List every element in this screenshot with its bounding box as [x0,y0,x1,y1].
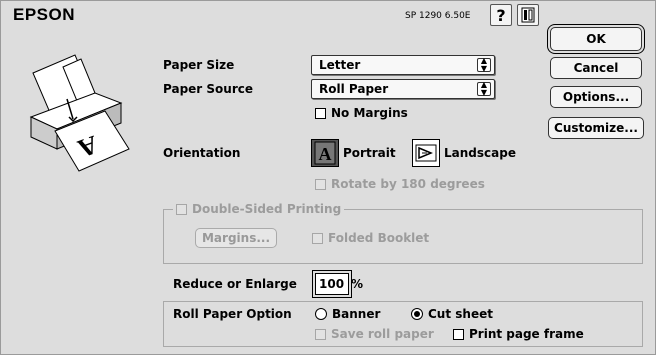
no-margins-checkbox[interactable]: No Margins [315,106,408,120]
portrait-icon: A [314,141,336,165]
utility-button[interactable] [517,4,539,26]
banner-label: Banner [332,307,381,321]
no-margins-label: No Margins [331,106,408,120]
radio-dot [315,308,327,320]
up-down-arrows-icon: ▲ ▼ [477,81,491,97]
double-sided-checkbox[interactable]: Double-Sided Printing [173,202,345,216]
reduce-enlarge-label: Reduce or Enlarge [173,277,297,291]
margins-button[interactable]: Margins... [195,228,277,248]
paper-size-label: Paper Size [163,58,235,72]
cut-sheet-label: Cut sheet [428,307,493,321]
paper-size-value: Letter [319,58,361,72]
brand-logo: EPSON [13,5,76,24]
landscape-label[interactable]: Landscape [444,146,516,160]
cancel-button[interactable]: Cancel [550,57,642,79]
page-setup-dialog: EPSON SP 1290 6.50E ? A OK Cancel Option… [0,0,656,355]
portrait-button[interactable]: A [311,139,339,167]
checkbox-box [176,203,187,215]
up-down-arrows-icon: ▲ ▼ [477,57,491,73]
question-mark-icon: ? [496,5,506,25]
percent-sign: % [351,277,364,291]
paper-source-value: Roll Paper [319,82,389,96]
portrait-label[interactable]: Portrait [343,146,396,160]
printer-utility-icon [521,7,535,23]
reduce-enlarge-input[interactable]: 100 [315,273,349,295]
paper-source-select[interactable]: Roll Paper ▲ ▼ [311,79,495,99]
driver-version: SP 1290 6.50E [405,11,471,21]
folded-booklet-checkbox[interactable]: Folded Booklet [312,231,429,245]
help-button[interactable]: ? [490,4,512,26]
printer-illustration: A [29,54,130,172]
paper-size-select[interactable]: Letter ▲ ▼ [311,55,495,75]
cut-sheet-radio[interactable]: Cut sheet [411,307,493,321]
banner-radio[interactable]: Banner [315,307,380,321]
roll-paper-option-label: Roll Paper Option [173,307,292,321]
rotate-180-label: Rotate by 180 degrees [331,177,485,191]
paper-source-label: Paper Source [163,82,253,96]
folded-booklet-label: Folded Booklet [328,231,430,245]
rotate-180-checkbox[interactable]: Rotate by 180 degrees [315,177,485,191]
ok-button[interactable]: OK [550,27,642,51]
options-button[interactable]: Options... [550,86,642,108]
portrait-glyph: A [319,144,332,164]
checkbox-box [315,178,326,190]
checkbox-box [315,328,326,340]
print-page-frame-checkbox[interactable]: Print page frame [453,327,584,341]
double-sided-label: Double-Sided Printing [192,202,342,216]
customize-button[interactable]: Customize... [548,117,644,139]
checkbox-box [453,328,464,340]
print-page-frame-label: Print page frame [469,327,584,341]
checkbox-box [315,107,326,119]
orientation-label: Orientation [163,146,241,160]
landscape-button[interactable] [412,139,440,167]
landscape-icon [415,144,437,162]
radio-dot-selected [411,308,423,320]
save-roll-paper-checkbox[interactable]: Save roll paper [315,327,434,341]
checkbox-box [312,232,323,244]
save-roll-paper-label: Save roll paper [331,327,434,341]
